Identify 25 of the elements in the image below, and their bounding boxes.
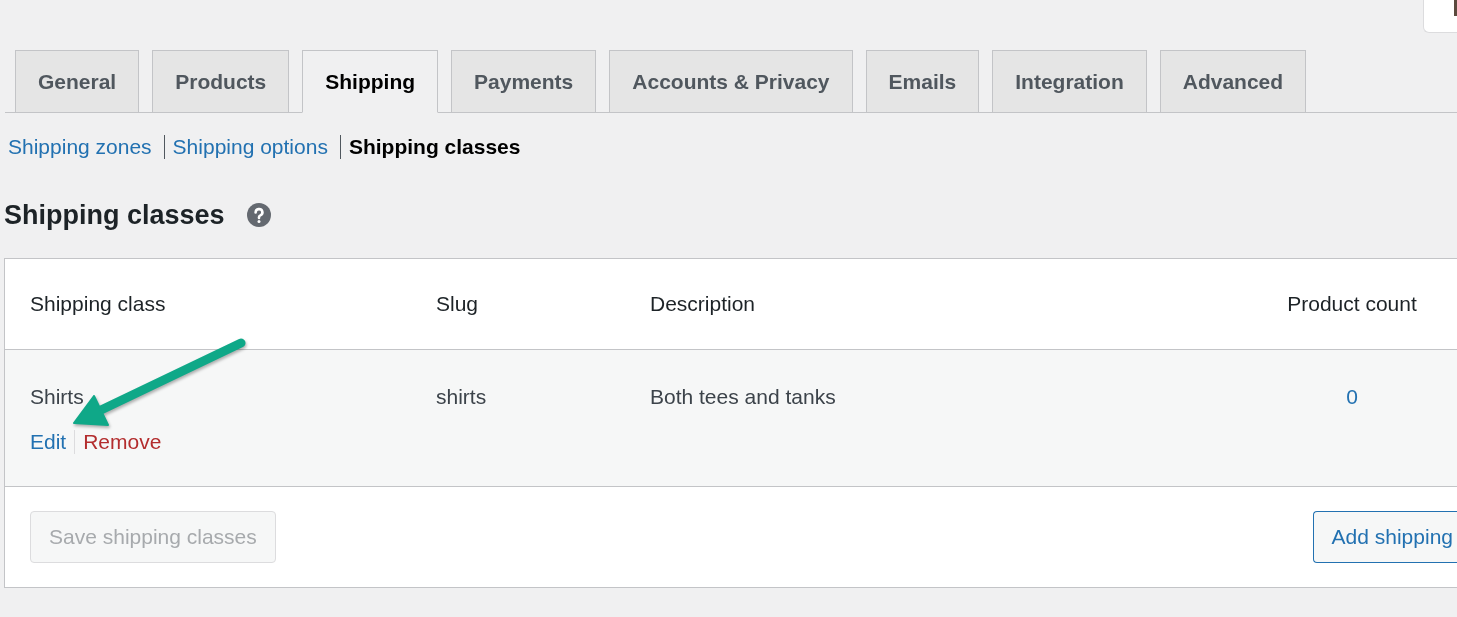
tab[interactable]: Shipping (302, 50, 439, 113)
tab[interactable]: Products (152, 50, 290, 113)
add-button[interactable]: Add shipping (1312, 511, 1457, 563)
remove-link[interactable]: Remove (83, 427, 162, 457)
help-icon[interactable] (246, 203, 271, 227)
tab[interactable]: Integration (992, 50, 1147, 113)
tab[interactable]: Emails (865, 50, 980, 113)
class-name: Shirts (30, 385, 84, 408)
tab[interactable]: General (15, 50, 140, 113)
page-heading: Shipping classes (4, 199, 225, 232)
tab[interactable]: Advanced (1159, 50, 1307, 113)
subnav-link[interactable]: Shipping options (172, 132, 328, 162)
table-cell: Both tees and tanks (650, 385, 836, 408)
tab[interactable]: Accounts & Privacy (609, 50, 853, 113)
product-count-link[interactable]: 0 (1346, 385, 1358, 408)
table-cell: shirts (436, 385, 487, 408)
tab[interactable]: Payments (451, 50, 597, 113)
column-header: Slug (436, 292, 479, 316)
edit-link[interactable]: Edit (30, 427, 67, 457)
column-header: Product count (1287, 292, 1417, 316)
column-header: Description (650, 292, 756, 316)
column-header: Shipping class (30, 292, 166, 316)
subnav-link[interactable]: Shipping zones (8, 132, 152, 162)
subnav-link[interactable]: Shipping classes (348, 132, 521, 162)
cut-off-button[interactable] (1423, 0, 1457, 33)
